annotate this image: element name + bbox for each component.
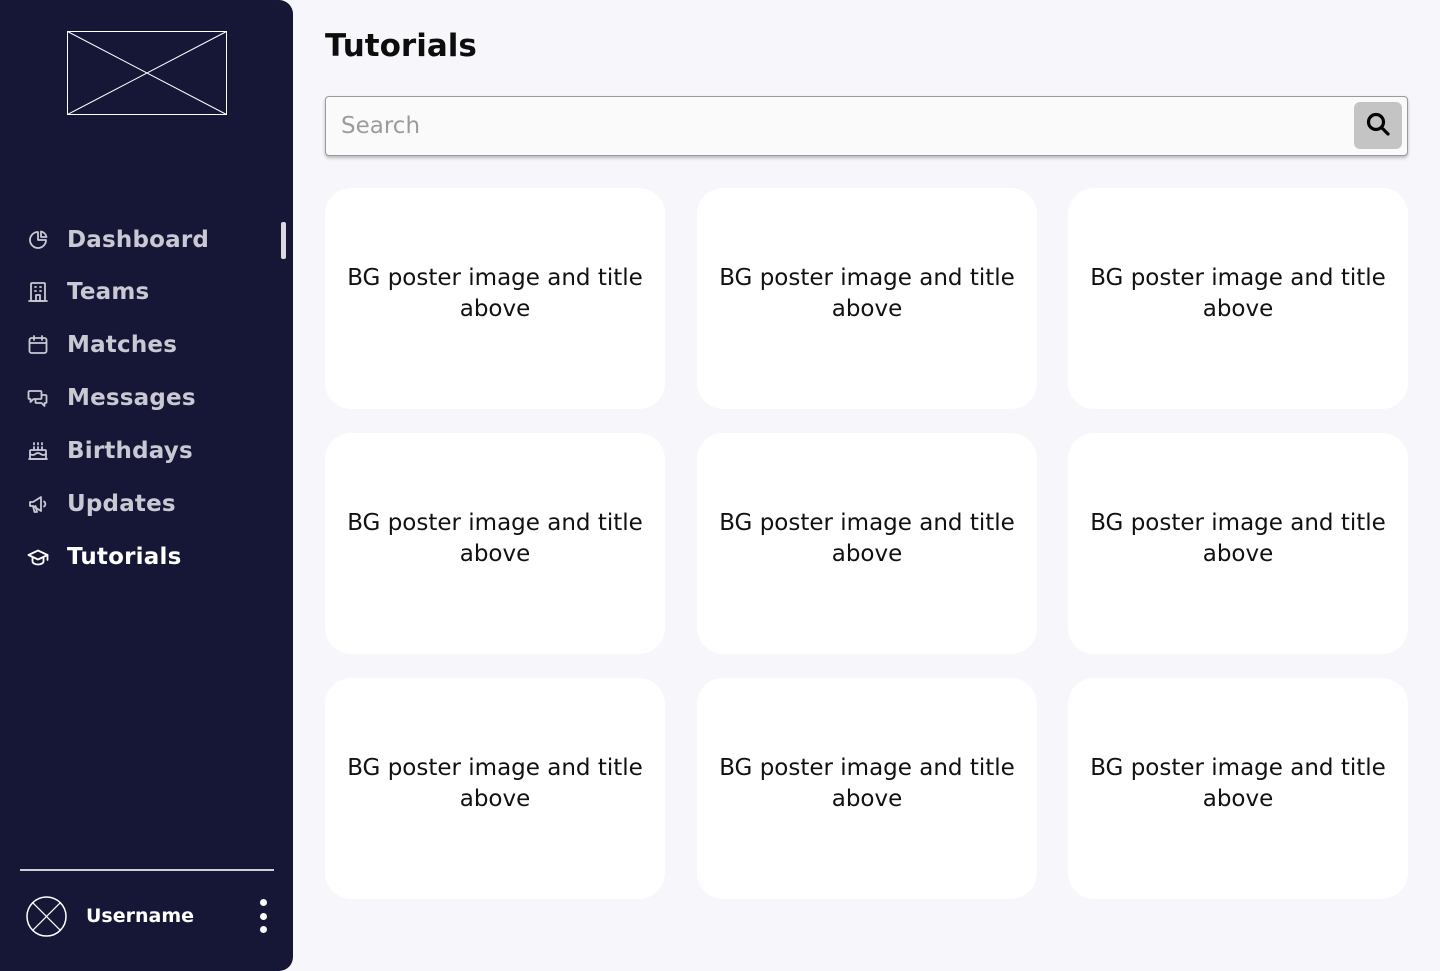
sidebar-item-label: Updates: [67, 491, 176, 517]
tutorial-card[interactable]: BG poster image and title above: [325, 433, 665, 654]
search-button[interactable]: [1354, 102, 1402, 149]
tutorial-card-title: BG poster image and title above: [719, 509, 1015, 567]
sidebar-item-label: Birthdays: [67, 438, 193, 464]
user-profile[interactable]: Username: [26, 895, 276, 937]
megaphone-icon: [26, 492, 50, 516]
search-bar: [325, 96, 1408, 156]
cake-icon: [26, 439, 50, 463]
tutorial-card-title: BG poster image and title above: [1090, 754, 1386, 812]
sidebar-divider: [20, 869, 274, 871]
tutorial-card[interactable]: BG poster image and title above: [697, 188, 1037, 409]
sidebar-item-teams[interactable]: Teams: [26, 272, 266, 312]
tutorial-card-title: BG poster image and title above: [1090, 509, 1386, 567]
tutorial-card-title: BG poster image and title above: [719, 754, 1015, 812]
sidebar-item-matches[interactable]: Matches: [26, 325, 266, 365]
sidebar-item-dashboard[interactable]: Dashboard: [26, 220, 266, 260]
sidebar-item-label: Tutorials: [67, 544, 182, 570]
tutorial-card[interactable]: BG poster image and title above: [697, 678, 1037, 899]
tutorial-card[interactable]: BG poster image and title above: [1068, 433, 1408, 654]
search-icon: [1365, 111, 1391, 141]
graduation-cap-icon: [26, 545, 50, 569]
logo-placeholder-icon: [67, 31, 227, 115]
sidebar-item-label: Teams: [67, 279, 150, 305]
tutorial-card[interactable]: BG poster image and title above: [1068, 678, 1408, 899]
tutorial-card-title: BG poster image and title above: [347, 264, 643, 322]
tutorial-card[interactable]: BG poster image and title above: [1068, 188, 1408, 409]
sidebar-item-label: Dashboard: [67, 227, 210, 253]
tutorial-card[interactable]: BG poster image and title above: [697, 433, 1037, 654]
calendar-icon: [26, 333, 50, 357]
tutorial-card-title: BG poster image and title above: [719, 264, 1015, 322]
page-title: Tutorials: [325, 28, 477, 64]
sidebar-item-label: Messages: [67, 385, 196, 411]
tutorial-card[interactable]: BG poster image and title above: [325, 188, 665, 409]
sidebar-item-birthdays[interactable]: Birthdays: [26, 431, 266, 471]
tutorial-card-title: BG poster image and title above: [347, 509, 643, 567]
username: Username: [86, 905, 195, 927]
sidebar-item-messages[interactable]: Messages: [26, 378, 266, 418]
pie-chart-icon: [26, 228, 50, 252]
sidebar-item-tutorials[interactable]: Tutorials: [26, 537, 266, 577]
avatar-placeholder-icon: [26, 895, 67, 937]
sidebar: Dashboard Teams Matches Messages Birthda…: [0, 0, 293, 971]
tutorial-card-title: BG poster image and title above: [1090, 264, 1386, 322]
search-input[interactable]: [326, 97, 1346, 155]
sidebar-item-updates[interactable]: Updates: [26, 484, 266, 524]
sidebar-item-label: Matches: [67, 332, 178, 358]
tutorial-card-title: BG poster image and title above: [347, 754, 643, 812]
chat-bubbles-icon: [26, 386, 50, 410]
kebab-menu-icon[interactable]: [256, 899, 270, 933]
sidebar-scroll-indicator[interactable]: [281, 222, 286, 259]
building-icon: [26, 280, 50, 304]
tutorial-card[interactable]: BG poster image and title above: [325, 678, 665, 899]
